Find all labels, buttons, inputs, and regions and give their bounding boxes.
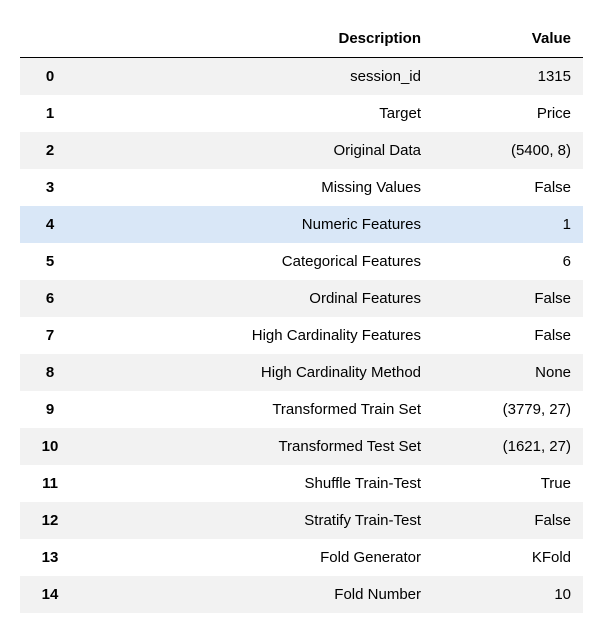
row-value: False bbox=[433, 280, 583, 317]
table-row: 7High Cardinality FeaturesFalse bbox=[20, 317, 583, 354]
row-value: 1315 bbox=[433, 58, 583, 96]
table-row: 4Numeric Features1 bbox=[20, 206, 583, 243]
row-index: 10 bbox=[20, 428, 80, 465]
row-description: Numeric Features bbox=[80, 206, 433, 243]
row-value: False bbox=[433, 317, 583, 354]
row-description: Transformed Train Set bbox=[80, 391, 433, 428]
table-row: 14Fold Number10 bbox=[20, 576, 583, 613]
table-row: 11Shuffle Train-TestTrue bbox=[20, 465, 583, 502]
row-value: KFold bbox=[433, 539, 583, 576]
row-description: Stratify Train-Test bbox=[80, 502, 433, 539]
row-description: Original Data bbox=[80, 132, 433, 169]
summary-table: Description Value 0session_id13151Target… bbox=[20, 20, 583, 613]
table-row: 13Fold GeneratorKFold bbox=[20, 539, 583, 576]
table-row: 10Transformed Test Set(1621, 27) bbox=[20, 428, 583, 465]
row-description: Fold Number bbox=[80, 576, 433, 613]
table-row: 6Ordinal FeaturesFalse bbox=[20, 280, 583, 317]
row-value: (1621, 27) bbox=[433, 428, 583, 465]
table-row: 2Original Data(5400, 8) bbox=[20, 132, 583, 169]
table-row: 1TargetPrice bbox=[20, 95, 583, 132]
header-index bbox=[20, 20, 80, 58]
row-index: 5 bbox=[20, 243, 80, 280]
row-index: 8 bbox=[20, 354, 80, 391]
row-index: 2 bbox=[20, 132, 80, 169]
row-index: 13 bbox=[20, 539, 80, 576]
header-row: Description Value bbox=[20, 20, 583, 58]
row-value: (5400, 8) bbox=[433, 132, 583, 169]
row-value: 10 bbox=[433, 576, 583, 613]
row-description: session_id bbox=[80, 58, 433, 96]
header-description: Description bbox=[80, 20, 433, 58]
row-description: Transformed Test Set bbox=[80, 428, 433, 465]
table-row: 12Stratify Train-TestFalse bbox=[20, 502, 583, 539]
row-value: 6 bbox=[433, 243, 583, 280]
table-row: 5Categorical Features6 bbox=[20, 243, 583, 280]
table-row: 8High Cardinality MethodNone bbox=[20, 354, 583, 391]
row-value: None bbox=[433, 354, 583, 391]
table-row: 9Transformed Train Set(3779, 27) bbox=[20, 391, 583, 428]
row-index: 7 bbox=[20, 317, 80, 354]
row-index: 11 bbox=[20, 465, 80, 502]
row-description: High Cardinality Method bbox=[80, 354, 433, 391]
row-value: 1 bbox=[433, 206, 583, 243]
row-value: False bbox=[433, 502, 583, 539]
table-body: 0session_id13151TargetPrice2Original Dat… bbox=[20, 58, 583, 614]
row-value: True bbox=[433, 465, 583, 502]
row-value: False bbox=[433, 169, 583, 206]
row-description: High Cardinality Features bbox=[80, 317, 433, 354]
row-value: (3779, 27) bbox=[433, 391, 583, 428]
row-description: Categorical Features bbox=[80, 243, 433, 280]
row-index: 4 bbox=[20, 206, 80, 243]
table-row: 0session_id1315 bbox=[20, 58, 583, 96]
row-description: Target bbox=[80, 95, 433, 132]
header-value: Value bbox=[433, 20, 583, 58]
row-index: 3 bbox=[20, 169, 80, 206]
row-index: 14 bbox=[20, 576, 80, 613]
row-description: Shuffle Train-Test bbox=[80, 465, 433, 502]
row-index: 6 bbox=[20, 280, 80, 317]
row-index: 0 bbox=[20, 58, 80, 96]
row-description: Ordinal Features bbox=[80, 280, 433, 317]
row-index: 1 bbox=[20, 95, 80, 132]
row-value: Price bbox=[433, 95, 583, 132]
row-index: 12 bbox=[20, 502, 80, 539]
row-description: Fold Generator bbox=[80, 539, 433, 576]
table-row: 3Missing ValuesFalse bbox=[20, 169, 583, 206]
row-index: 9 bbox=[20, 391, 80, 428]
row-description: Missing Values bbox=[80, 169, 433, 206]
